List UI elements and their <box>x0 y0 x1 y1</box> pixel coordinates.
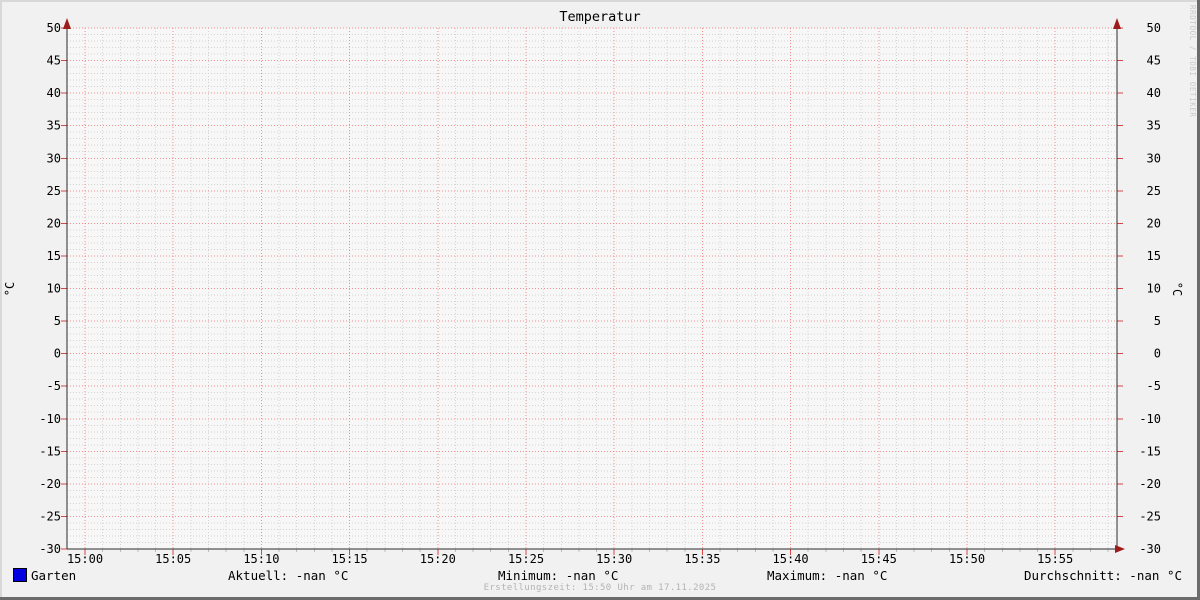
y-axis-tick-label-left: -5 <box>47 379 61 393</box>
y-axis-tick-label-right: 30 <box>1147 151 1161 165</box>
y-axis-tick-label-left: 25 <box>47 184 61 198</box>
rrdtool-watermark: RRDTOOL / TOBI OETIKER <box>1188 5 1197 118</box>
legend-row: Garten Aktuell: -nan °C Minimum: -nan °C… <box>0 567 1200 583</box>
y-axis-tick-label-left: 45 <box>47 54 61 68</box>
legend-color-swatch <box>13 568 27 582</box>
y-axis-label-right: °C <box>1170 272 1184 306</box>
x-axis-tick-label: 15:00 <box>67 552 103 566</box>
y-axis-tick-label-left: 35 <box>47 119 61 133</box>
x-axis-tick-label: 15:30 <box>596 552 632 566</box>
stat-aktuell: Aktuell: -nan °C <box>228 568 348 583</box>
y-axis-tick-label-right: -30 <box>1139 542 1161 556</box>
y-axis-tick-label-right: -25 <box>1139 509 1161 523</box>
chart-plot-area: 5050454540403535303025252020151510105500… <box>0 0 1200 600</box>
y-axis-tick-label-right: -5 <box>1147 379 1161 393</box>
x-axis-tick-label: 15:55 <box>1037 552 1073 566</box>
legend-series-label: Garten <box>31 568 76 583</box>
stat-durchschnitt: Durchschnitt: -nan °C <box>1024 568 1182 583</box>
x-axis-tick-label: 15:25 <box>508 552 544 566</box>
y-axis-tick-label-right: -10 <box>1139 412 1161 426</box>
x-axis-tick-label: 15:35 <box>684 552 720 566</box>
y-axis-label-left: °C <box>3 272 17 306</box>
y-axis-tick-label-left: 15 <box>47 249 61 263</box>
x-axis-tick-label: 15:50 <box>949 552 985 566</box>
y-axis-tick-label-right: 25 <box>1147 184 1161 198</box>
y-axis-tick-label-left: -20 <box>39 477 61 491</box>
y-axis-tick-label-right: 45 <box>1147 54 1161 68</box>
y-axis-tick-label-right: 40 <box>1147 86 1161 100</box>
y-axis-tick-label-left: -15 <box>39 444 61 458</box>
frame-border-left <box>0 0 2 600</box>
x-axis-tick-label: 15:15 <box>332 552 368 566</box>
y-axis-tick-label-right: 0 <box>1154 347 1161 361</box>
y-axis-tick-label-left: 0 <box>54 347 61 361</box>
x-axis-tick-label: 15:40 <box>773 552 809 566</box>
x-axis-arrow <box>1115 545 1125 553</box>
y-axis-tick-label-left: -30 <box>39 542 61 556</box>
x-axis-tick-label: 15:20 <box>420 552 456 566</box>
x-axis-tick-label: 15:05 <box>155 552 191 566</box>
y-axis-tick-label-left: 30 <box>47 151 61 165</box>
frame-border-top <box>0 0 1200 2</box>
y-axis-tick-label-left: -10 <box>39 412 61 426</box>
x-axis-tick-label: 15:45 <box>861 552 897 566</box>
y-axis-tick-label-left: 40 <box>47 86 61 100</box>
creation-time-note: Erstellungszeit: 15:50 Uhr am 17.11.2025 <box>0 583 1200 593</box>
y-axis-tick-label-right: 10 <box>1147 282 1161 296</box>
y-axis-tick-label-right: -20 <box>1139 477 1161 491</box>
y-axis-tick-label-left: 20 <box>47 216 61 230</box>
rrdtool-graph: 5050454540403535303025252020151510105500… <box>0 0 1200 600</box>
y-axis-tick-label-right: 20 <box>1147 216 1161 230</box>
y-axis-tick-label-left: 5 <box>54 314 61 328</box>
y-axis-tick-label-right: -15 <box>1139 444 1161 458</box>
y-axis-tick-label-right: 15 <box>1147 249 1161 263</box>
chart-title: Temperatur <box>0 9 1200 25</box>
y-axis-tick-label-right: 35 <box>1147 119 1161 133</box>
y-axis-tick-label-left: 10 <box>47 282 61 296</box>
stat-maximum: Maximum: -nan °C <box>767 568 887 583</box>
y-axis-tick-label-right: 5 <box>1154 314 1161 328</box>
stat-minimum: Minimum: -nan °C <box>498 568 618 583</box>
x-axis-tick-label: 15:10 <box>243 552 279 566</box>
y-axis-tick-label-left: -25 <box>39 509 61 523</box>
